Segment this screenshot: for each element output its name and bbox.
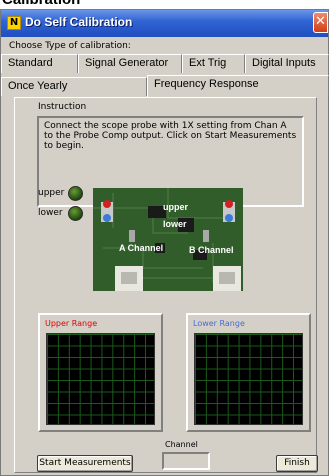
tab-digital-inputs[interactable]: Digital Inputs — [245, 54, 329, 73]
tab-signal-generator[interactable]: Signal Generator — [78, 54, 182, 73]
close-button[interactable]: ✕ — [313, 12, 328, 33]
upper-range-title: Upper Range — [45, 319, 98, 328]
title-bar[interactable]: N Do Self Calibration ✕ — [1, 10, 328, 37]
upper-indicator-label: upper — [38, 188, 65, 198]
lower-range-graph: Lower Range — [186, 313, 311, 432]
board-upper-label: upper — [163, 202, 189, 212]
board-channel-b-label: B Channel — [189, 245, 234, 255]
tab-frequency-response[interactable]: Frequency Response — [147, 75, 329, 97]
instruction-label: Instruction — [38, 102, 87, 112]
calibration-type-label: Choose Type of calibration: — [9, 41, 131, 51]
upper-range-graph: Upper Range — [38, 313, 163, 432]
board-lower-label: lower — [163, 219, 187, 229]
lower-indicator-led — [68, 206, 83, 221]
channel-field[interactable] — [162, 452, 210, 470]
calibration-dialog: N Do Self Calibration ✕ Choose Type of c… — [0, 9, 329, 476]
upper-indicator-led — [68, 186, 83, 201]
tab-ext-trig[interactable]: Ext Trig — [182, 54, 245, 73]
lower-indicator-label: lower — [38, 208, 63, 218]
finish-button[interactable]: Finish — [276, 455, 318, 472]
window-title: Do Self Calibration — [25, 15, 133, 29]
lower-range-title: Lower Range — [193, 319, 245, 328]
tab-once-yearly[interactable]: Once Yearly — [1, 77, 147, 96]
tab-standard[interactable]: Standard — [1, 54, 78, 73]
start-measurements-button[interactable]: Start Measurements — [37, 455, 133, 472]
upper-range-plot — [46, 333, 155, 425]
app-icon: N — [7, 16, 21, 30]
board-channel-a-label: A Channel — [119, 243, 164, 253]
lower-range-plot — [194, 333, 303, 425]
channel-label: Channel — [165, 440, 198, 449]
probe-board-image: upper lower A Channel B Channel — [93, 188, 243, 291]
page-caption: Calibration — [0, 0, 329, 9]
